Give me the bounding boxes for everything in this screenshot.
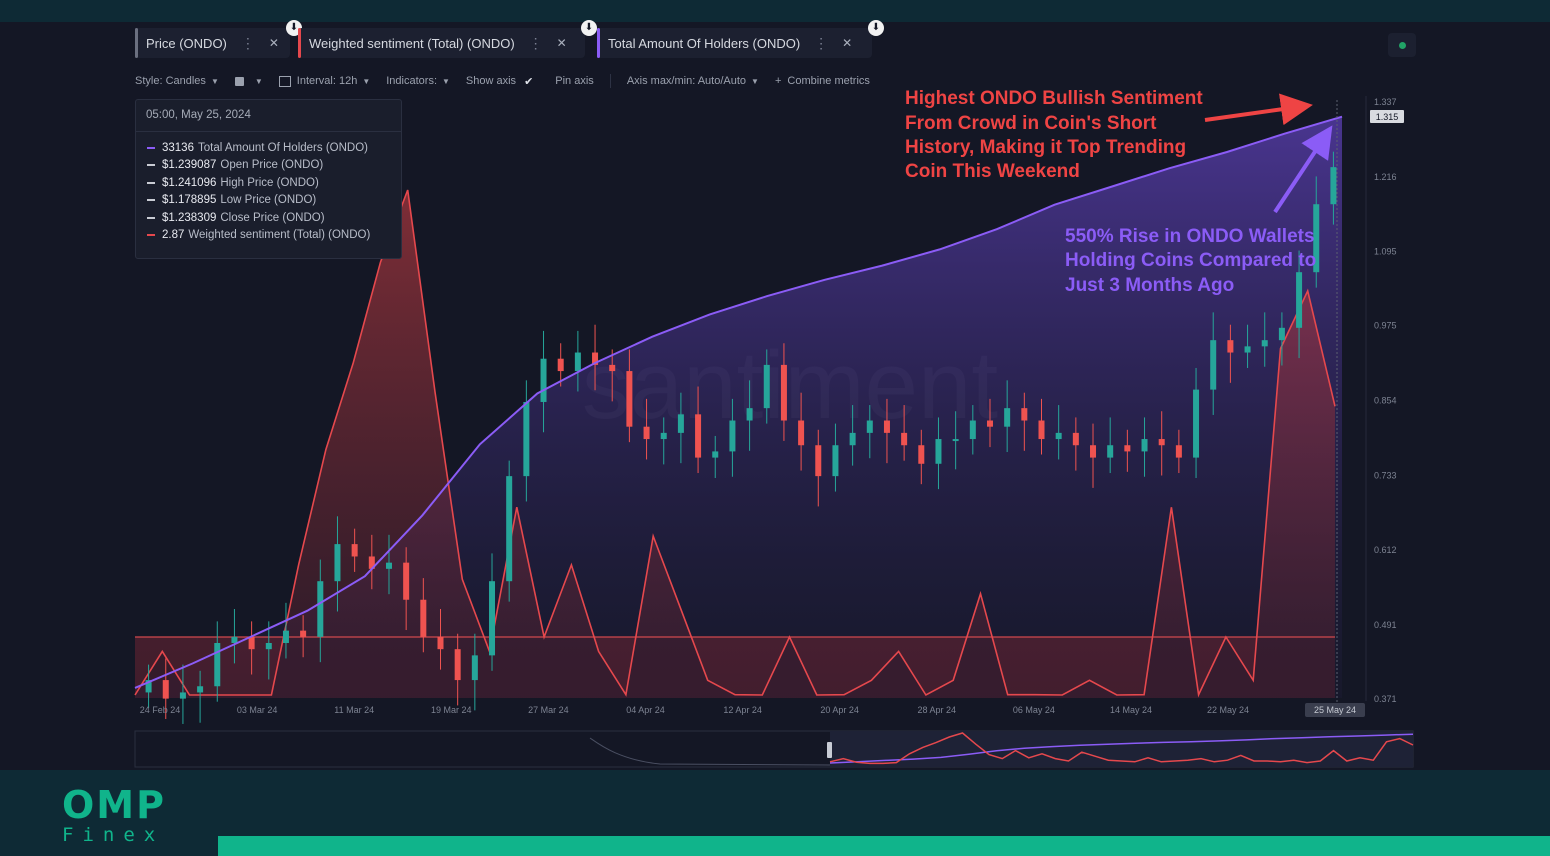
current-value-text: 1.315	[1376, 112, 1399, 122]
footer-accent-bar	[218, 836, 1550, 856]
price-candle	[506, 460, 513, 602]
x-tick-label: 04 Apr 24	[626, 705, 665, 715]
x-tick-label: 12 Apr 24	[723, 705, 762, 715]
purple-annotation-line: Holding Coins Compared to	[1065, 250, 1316, 271]
y-tick-label: 1.216	[1374, 172, 1397, 182]
sentiment-base-band	[135, 637, 1335, 698]
x-tick-label: 22 May 24	[1207, 705, 1249, 715]
x-tick-label: 14 May 24	[1110, 705, 1152, 715]
purple-annotation-line: Just 3 Months Ago	[1065, 275, 1234, 296]
legend-swatch	[147, 234, 155, 236]
red-annotation-line: Highest ONDO Bullish Sentiment	[905, 88, 1203, 109]
tooltip-label: High Price (ONDO)	[220, 177, 319, 189]
y-axis: 1.337 1.216 1.095 0.975 0.854 0.733 0.612 0.491…	[1365, 96, 1397, 704]
red-arrow	[1204, 93, 1313, 126]
y-tick-label: 1.095	[1374, 247, 1397, 257]
tooltip-value: 33136	[162, 142, 194, 154]
red-annotation: Highest ONDO Bullish Sentiment From Crow…	[905, 88, 1203, 182]
y-tick-label: 0.854	[1374, 396, 1397, 406]
logo-sub: Finex	[62, 824, 165, 846]
red-annotation-line: Coin This Weekend	[905, 161, 1080, 182]
x-tick-label: 24 Feb 24	[140, 705, 181, 715]
tooltip-row: $1.241096 High Price (ONDO)	[147, 177, 319, 189]
tooltip-row: $1.238309 Close Price (ONDO)	[147, 212, 325, 224]
tooltip-row: $1.239087 Open Price (ONDO)	[147, 159, 323, 171]
tooltip-label: Total Amount Of Holders (ONDO)	[197, 142, 368, 154]
x-tick-label: 03 Mar 24	[237, 705, 278, 715]
hover-date-text: 25 May 24	[1314, 705, 1356, 715]
x-axis: 24 Feb 24 03 Mar 24 11 Mar 24 19 Mar 24 27 M…	[140, 705, 1249, 715]
purple-annotation-line: 550% Rise in ONDO Wallets	[1065, 226, 1315, 247]
logo-name: OMP	[62, 783, 166, 827]
legend-swatch	[147, 182, 155, 184]
tooltip-divider	[136, 131, 401, 132]
tooltip-value: $1.241096	[162, 177, 217, 189]
tooltip-row: 33136 Total Amount Of Holders (ONDO)	[147, 142, 368, 154]
tooltip-label: Weighted sentiment (Total) (ONDO)	[188, 229, 371, 241]
hover-date-badge: 25 May 24	[1305, 703, 1365, 717]
x-tick-label: 20 Apr 24	[820, 705, 859, 715]
tooltip-date: 05:00, May 25, 2024	[146, 109, 251, 121]
tooltip-value: $1.178895	[162, 194, 217, 206]
y-tick-label: 0.733	[1374, 470, 1397, 480]
x-tick-label: 28 Apr 24	[918, 705, 957, 715]
x-tick-label: 06 May 24	[1013, 705, 1055, 715]
y-tick-label: 0.975	[1374, 321, 1397, 331]
tooltip-row: $1.178895 Low Price (ONDO)	[147, 194, 316, 206]
range-navigator[interactable]	[134, 730, 1414, 768]
red-annotation-line: From Crowd in Coin's Short	[905, 113, 1157, 134]
x-tick-label: 19 Mar 24	[431, 705, 472, 715]
y-tick-label: 0.491	[1374, 620, 1397, 630]
y-tick-label: 1.337	[1374, 97, 1397, 107]
tooltip-value: $1.238309	[162, 212, 217, 224]
red-annotation-line: History, Making it Top Trending	[905, 137, 1186, 158]
hover-tooltip: 05:00, May 25, 2024 33136 Total Amount Of…	[135, 99, 402, 259]
legend-swatch	[147, 217, 155, 219]
y-tick-label: 0.612	[1374, 545, 1397, 555]
y-tick-label: 0.371	[1374, 694, 1397, 704]
tooltip-row: 2.87 Weighted sentiment (Total) (ONDO)	[147, 229, 370, 241]
legend-swatch	[147, 147, 155, 149]
tooltip-value: $1.239087	[162, 159, 217, 171]
x-tick-label: 11 Mar 24	[334, 705, 374, 715]
legend-swatch	[147, 164, 155, 166]
tooltip-label: Close Price (ONDO)	[220, 212, 325, 224]
current-value-badge: 1.315	[1370, 110, 1404, 123]
legend-swatch	[147, 199, 155, 201]
tooltip-value: 2.87	[162, 229, 185, 241]
x-tick-label: 27 Mar 24	[528, 705, 569, 715]
tooltip-label: Open Price (ONDO)	[220, 159, 324, 171]
tooltip-label: Low Price (ONDO)	[220, 194, 317, 206]
navigator-handle[interactable]	[827, 742, 832, 758]
omp-finex-logo: OMP Finex	[62, 786, 166, 846]
